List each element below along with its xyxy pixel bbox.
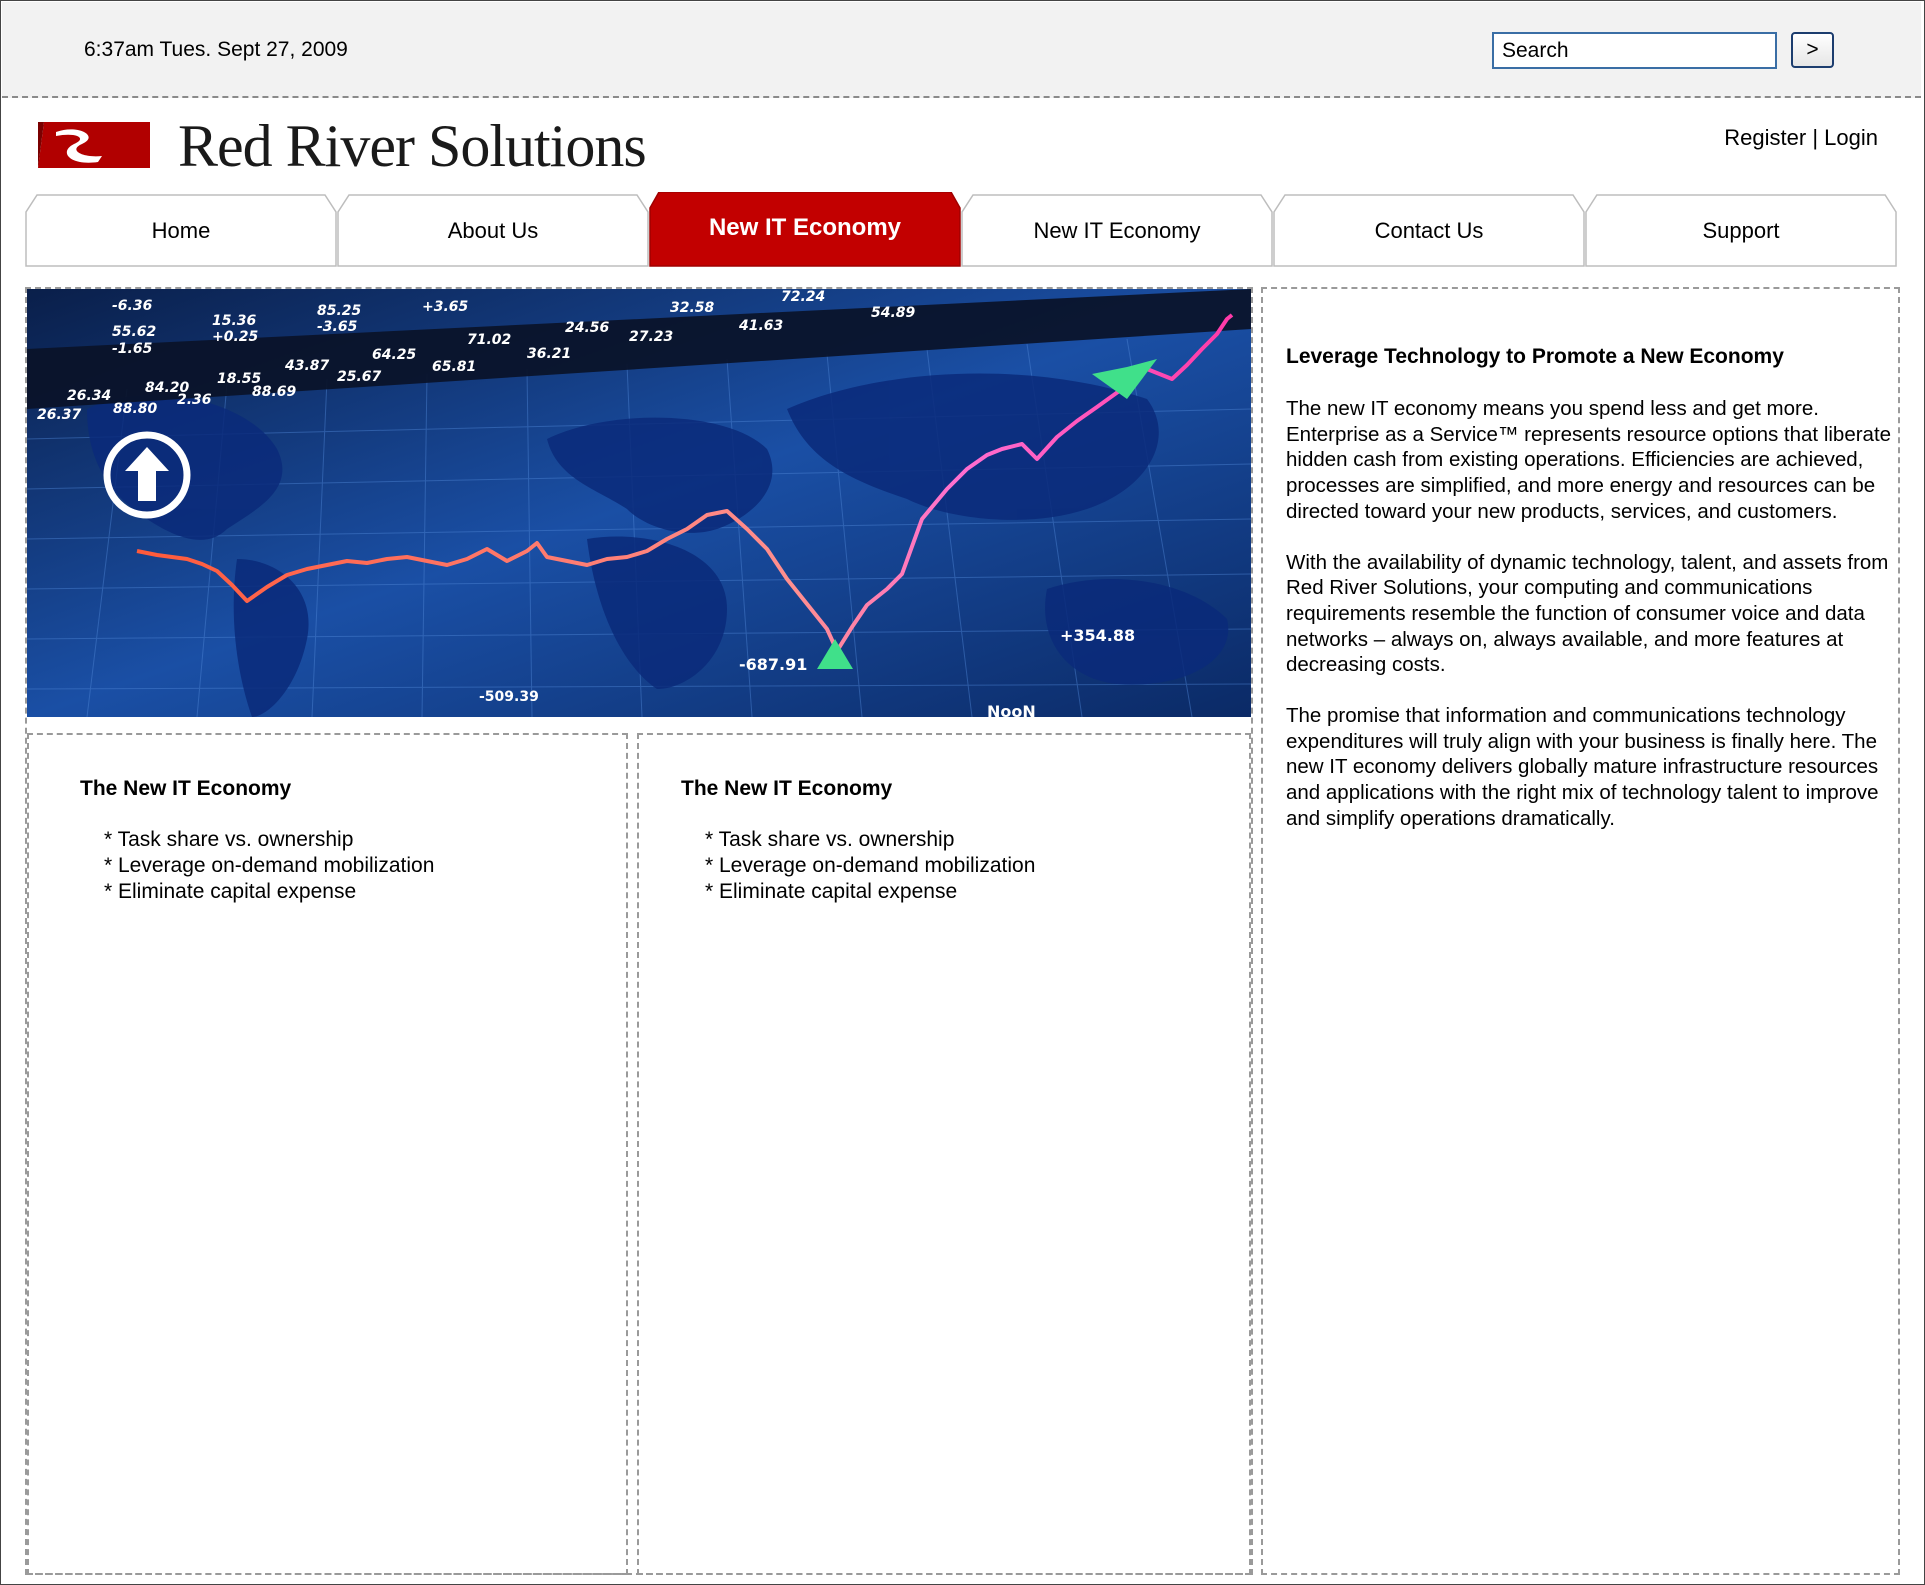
nav-tab-new-it-economy-active[interactable]: New IT Economy: [649, 192, 961, 267]
top-bar: 6:37am Tues. Sept 27, 2009 >: [2, 2, 1921, 98]
svg-text:+3.65: +3.65: [422, 299, 469, 315]
card-title: The New IT Economy: [80, 777, 292, 800]
svg-text:NooN: NooN: [987, 702, 1036, 717]
bullet-list: * Task share vs. ownership * Leverage on…: [705, 827, 1035, 905]
list-item: * Eliminate capital expense: [705, 880, 958, 903]
svg-text:71.02: 71.02: [467, 332, 511, 348]
svg-text:85.25: 85.25: [317, 303, 362, 319]
svg-text:43.87: 43.87: [284, 358, 330, 374]
account-links: Register | Login: [1724, 125, 1878, 151]
svg-text:-1.65: -1.65: [112, 341, 153, 357]
feature-card-2: The New IT Economy * Task share vs. owne…: [637, 733, 1251, 1575]
list-item: * Eliminate capital expense: [104, 880, 357, 903]
nav-tab-label: Home: [151, 218, 211, 243]
svg-text:54.89: 54.89: [871, 305, 916, 321]
list-item: * Leverage on-demand mobilization: [705, 854, 1036, 877]
list-item: * Leverage on-demand mobilization: [104, 854, 435, 877]
svg-text:27.23: 27.23: [629, 329, 673, 345]
list-item: * Task share vs. ownership: [705, 828, 955, 851]
nav-tab-label: Contact Us: [1374, 218, 1484, 243]
nav-tab-label: New IT Economy: [1033, 218, 1201, 243]
login-link[interactable]: Login: [1824, 125, 1878, 150]
nav-tab-home[interactable]: Home: [25, 192, 337, 267]
main-nav: Home About Us New IT Economy New IT Econ…: [25, 192, 1901, 267]
red-river-logo-icon: [38, 122, 150, 168]
brand-name: Red River Solutions: [178, 113, 647, 179]
svg-text:15.36: 15.36: [212, 313, 257, 329]
brand-logo[interactable]: Red River Solutions: [38, 112, 647, 182]
svg-text:26.34: 26.34: [67, 388, 111, 404]
svg-text:-687.91: -687.91: [739, 655, 807, 674]
bullet-list: * Task share vs. ownership * Leverage on…: [104, 827, 434, 905]
nav-tab-label: New IT Economy: [708, 214, 902, 241]
aside-body: The new IT economy means you spend less …: [1286, 396, 1896, 857]
world-market-chart-image: 54.89 41.63 32.58 27.23 24.56 36.21 71.0…: [27, 289, 1251, 717]
hero-image: 54.89 41.63 32.58 27.23 24.56 36.21 71.0…: [27, 289, 1251, 717]
nav-tab-new-it-economy[interactable]: New IT Economy: [961, 192, 1273, 267]
svg-text:-6.36: -6.36: [112, 298, 153, 314]
svg-text:-509.39: -509.39: [479, 689, 539, 705]
list-item: * Task share vs. ownership: [104, 828, 354, 851]
nav-tab-about-us[interactable]: About Us: [337, 192, 649, 267]
nav-tab-contact-us[interactable]: Contact Us: [1273, 192, 1585, 267]
card-title: The New IT Economy: [681, 777, 893, 800]
svg-text:26.37: 26.37: [37, 407, 82, 423]
svg-text:88.69: 88.69: [252, 384, 297, 400]
link-separator: |: [1812, 125, 1819, 150]
feature-card-1: The New IT Economy * Task share vs. owne…: [27, 733, 628, 1575]
datetime-display: 6:37am Tues. Sept 27, 2009: [84, 38, 348, 61]
svg-text:25.67: 25.67: [337, 369, 382, 385]
svg-text:88.80: 88.80: [113, 401, 158, 417]
svg-text:64.25: 64.25: [372, 347, 417, 363]
nav-tab-label: About Us: [447, 218, 539, 243]
svg-text:55.62: 55.62: [112, 324, 156, 340]
svg-text:-3.65: -3.65: [317, 319, 358, 335]
search-button[interactable]: >: [1791, 32, 1834, 68]
svg-text:24.56: 24.56: [565, 320, 610, 336]
register-link[interactable]: Register: [1724, 125, 1806, 150]
aside-paragraph: The new IT economy means you spend less …: [1286, 397, 1892, 523]
svg-text:36.21: 36.21: [527, 346, 571, 362]
svg-text:+0.25: +0.25: [212, 329, 259, 345]
search-input[interactable]: [1492, 32, 1777, 69]
aside-paragraph: The promise that information and communi…: [1286, 704, 1879, 830]
svg-text:72.24: 72.24: [781, 289, 825, 305]
aside-title: Leverage Technology to Promote a New Eco…: [1286, 345, 1784, 368]
aside-paragraph: With the availability of dynamic technol…: [1286, 550, 1889, 677]
nav-tab-label: Support: [1702, 218, 1780, 243]
svg-text:32.58: 32.58: [670, 300, 715, 316]
svg-text:+354.88: +354.88: [1060, 626, 1135, 645]
nav-tab-support[interactable]: Support: [1585, 192, 1897, 267]
svg-text:2.36: 2.36: [177, 392, 212, 408]
svg-text:41.63: 41.63: [738, 318, 783, 334]
svg-text:65.81: 65.81: [432, 359, 476, 375]
